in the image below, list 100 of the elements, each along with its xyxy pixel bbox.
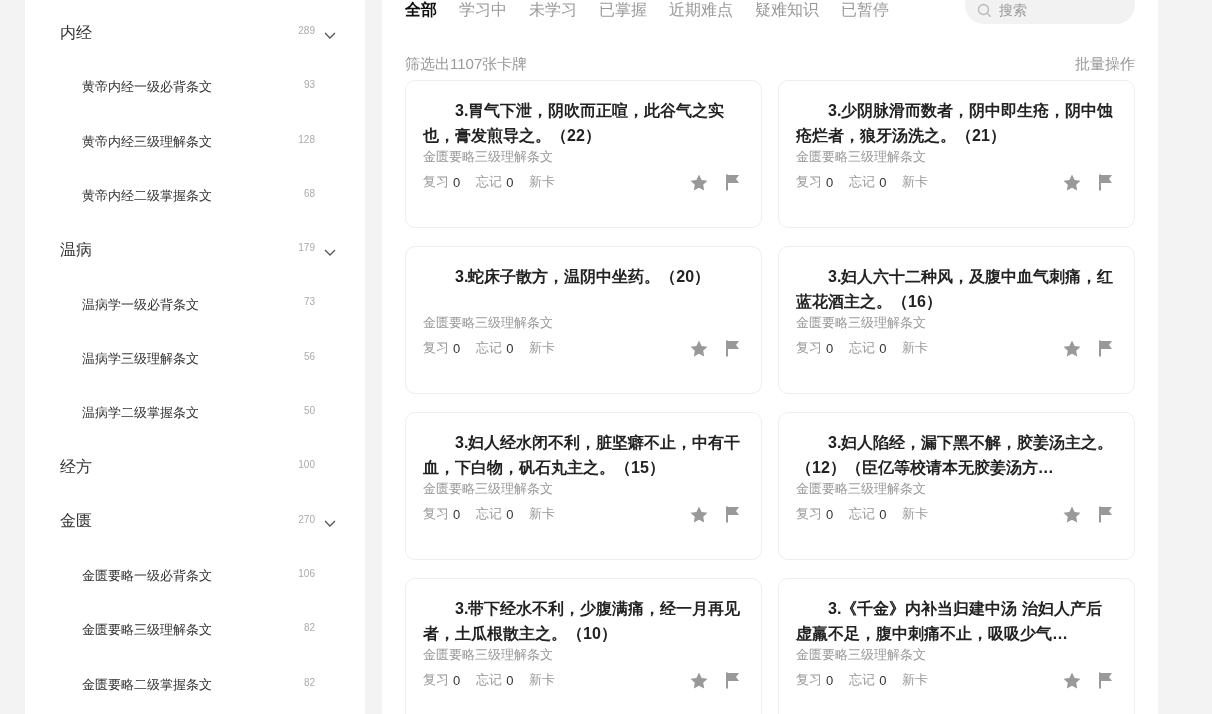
flag-icon[interactable] xyxy=(1099,339,1113,357)
subcategory-item[interactable]: 金匮要略二级掌握条文 xyxy=(60,675,212,694)
stat-value: 0 xyxy=(453,340,461,356)
stat-value: 0 xyxy=(453,174,461,190)
subcategory-item[interactable]: 温病学二级掌握条文 xyxy=(60,404,199,423)
stat-label: 忘记 xyxy=(849,505,876,523)
subcategory-item[interactable]: 金匮要略一级必背条文 xyxy=(60,567,212,586)
card-source: 金匮要略三级理解条文 xyxy=(796,480,927,498)
subcategory-item[interactable]: 黄帝内经一级必背条文 xyxy=(60,78,212,97)
flag-icon[interactable] xyxy=(726,173,740,191)
chevron-icon[interactable] xyxy=(324,31,336,39)
star-icon[interactable] xyxy=(1063,339,1081,357)
card-title: 3.妇人六十二种风，及腹中血气刺痛，红蓝花酒主之。（16） xyxy=(796,267,1115,312)
card-status: 新卡 xyxy=(902,671,929,689)
flashcard[interactable]: 3.妇人陷经，漏下黑不解，胶姜汤主之。（12）（臣亿等校请本无胶姜汤方… 金匮要略三级理解条文 复习 0 忘记 0 新卡 xyxy=(778,412,1135,560)
star-icon[interactable] xyxy=(690,671,708,689)
stat-label: 复习 xyxy=(796,173,822,191)
chevron-icon[interactable] xyxy=(324,248,336,256)
flag-icon[interactable] xyxy=(726,505,740,523)
stat-label: 忘记 xyxy=(849,339,876,357)
search-field[interactable]: 搜索 xyxy=(965,0,1135,24)
category-item[interactable]: 经方 xyxy=(60,457,92,478)
stat-value: 0 xyxy=(826,174,834,190)
stat-label: 忘记 xyxy=(476,505,503,523)
stat-label: 忘记 xyxy=(849,671,876,689)
subcategory-item[interactable]: 金匮要略三级理解条文 xyxy=(60,621,212,640)
card-source: 金匮要略三级理解条文 xyxy=(796,646,927,664)
flag-icon[interactable] xyxy=(726,339,740,357)
flashcard[interactable]: 3.蛇床子散方，温阴中坐药。（20） 金匮要略三级理解条文 复习 0 忘记 0 新卡 xyxy=(405,246,762,394)
item-count: 68 xyxy=(303,187,315,199)
flashcard[interactable]: 3.少阴脉滑而数者，阴中即生疮，阴中蚀疮烂者，狼牙汤洗之。（21） 金匮要略三级理解条文 复习 0 忘记 0 新卡 xyxy=(778,80,1135,228)
flashcard[interactable]: 3.妇人六十二种风，及腹中血气刺痛，红蓝花酒主之。（16） 金匮要略三级理解条文 复习 0 忘记 0 新卡 xyxy=(778,246,1135,394)
flashcard[interactable]: 3.妇人经水闭不利，脏坚癖不止，中有干血，下白物，矾石丸主之。（15） 金匮要略三级理解条文 复习 0 忘记 0 新卡 xyxy=(405,412,762,560)
stat-label: 复习 xyxy=(423,505,449,523)
flag-icon[interactable] xyxy=(726,671,740,689)
stat-value: 0 xyxy=(879,340,887,356)
card-status: 新卡 xyxy=(529,339,556,357)
card-source: 金匮要略三级理解条文 xyxy=(423,148,554,166)
category-item[interactable]: 金匮 xyxy=(60,511,92,533)
card-title: 3.《千金》内补当归建中汤 治妇人产后虚羸不足，腹中刺痛不止，吸吸少气… xyxy=(796,599,1103,644)
card-source: 金匮要略三级理解条文 xyxy=(423,646,554,664)
star-icon[interactable] xyxy=(690,173,708,191)
stat-label: 忘记 xyxy=(476,671,503,689)
card-source: 金匮要略三级理解条文 xyxy=(796,148,927,166)
stat-value: 0 xyxy=(879,174,887,190)
chevron-icon[interactable] xyxy=(324,520,336,528)
item-count: 128 xyxy=(298,133,315,145)
subcategory-item[interactable]: 黄帝内经三级理解条文 xyxy=(60,132,212,151)
subcategory-item[interactable]: 温病学一级必背条文 xyxy=(60,295,199,314)
card-source: 金匮要略三级理解条文 xyxy=(423,314,554,332)
category-item[interactable]: 温病 xyxy=(60,239,92,261)
category-item[interactable]: 内经 xyxy=(60,22,92,44)
stat-label: 复习 xyxy=(796,505,822,523)
item-count: 270 xyxy=(298,513,315,525)
card-title: 3.妇人经水闭不利，脏坚癖不止，中有干血，下白物，矾石丸主之。（15） xyxy=(423,433,742,478)
card-title: 3.胃气下泄，阴吹而正喧，此谷气之实也，膏发煎导之。（22） xyxy=(423,101,726,146)
stat-value: 0 xyxy=(506,174,514,190)
stat-label: 复习 xyxy=(423,173,449,191)
item-count: 106 xyxy=(298,567,315,579)
subcategory-item[interactable]: 黄帝内经二级掌握条文 xyxy=(60,187,212,206)
flashcard[interactable]: 3.《千金》内补当归建中汤 治妇人产后虚羸不足，腹中刺痛不止，吸吸少气… 金匮要略三级理解条文 复习 0 忘记 0 新卡 xyxy=(778,578,1135,714)
star-icon[interactable] xyxy=(1063,173,1081,191)
stat-value: 0 xyxy=(506,506,514,522)
card-status: 新卡 xyxy=(902,339,929,357)
star-icon[interactable] xyxy=(690,339,708,357)
stat-value: 0 xyxy=(826,340,834,356)
stat-value: 0 xyxy=(879,672,887,688)
stat-label: 复习 xyxy=(423,339,449,357)
stat-value: 0 xyxy=(879,506,887,522)
flag-icon[interactable] xyxy=(1099,671,1113,689)
item-count: 289 xyxy=(298,25,315,36)
stat-value: 0 xyxy=(826,672,834,688)
card-title: 3.妇人陷经，漏下黑不解，胶姜汤主之。（12）（臣亿等校请本无胶姜汤方… xyxy=(796,433,1115,478)
stat-label: 复习 xyxy=(423,671,449,689)
flag-icon[interactable] xyxy=(1099,173,1113,191)
stat-value: 0 xyxy=(826,506,834,522)
item-count: 179 xyxy=(298,242,315,254)
card-source: 金匮要略三级理解条文 xyxy=(423,480,554,498)
item-count: 56 xyxy=(303,350,315,362)
flashcard[interactable]: 3.带下经水不利，少腹满痛，经一月再见者，土瓜根散主之。（10） 金匮要略三级理解条文 复习 0 忘记 0 新卡 xyxy=(405,578,762,714)
item-count: 93 xyxy=(303,79,315,91)
card-title: 3.蛇床子散方，温阴中坐药。（20） xyxy=(454,267,712,287)
stat-value: 0 xyxy=(453,672,461,688)
stat-value: 0 xyxy=(506,672,514,688)
card-title: 3.少阴脉滑而数者，阴中即生疮，阴中蚀疮烂者，狼牙汤洗之。（21） xyxy=(796,101,1115,146)
item-count: 73 xyxy=(303,296,315,308)
star-icon[interactable] xyxy=(1063,505,1081,523)
item-count: 82 xyxy=(303,622,315,634)
stat-label: 复习 xyxy=(796,671,822,689)
card-status: 新卡 xyxy=(529,505,556,523)
star-icon[interactable] xyxy=(690,505,708,523)
card-source: 金匮要略三级理解条文 xyxy=(796,314,927,332)
stat-label: 忘记 xyxy=(849,173,876,191)
stat-label: 忘记 xyxy=(476,173,503,191)
filter-tab[interactable]: 全部 xyxy=(405,0,437,20)
flashcard[interactable]: 3.胃气下泄，阴吹而正喧，此谷气之实也，膏发煎导之。（22） 金匮要略三级理解条文 复习 0 忘记 0 新卡 xyxy=(405,80,762,228)
flag-icon[interactable] xyxy=(1099,505,1113,523)
star-icon[interactable] xyxy=(1063,671,1081,689)
subcategory-item[interactable]: 温病学三级理解条文 xyxy=(60,349,199,368)
item-count: 50 xyxy=(303,405,315,417)
